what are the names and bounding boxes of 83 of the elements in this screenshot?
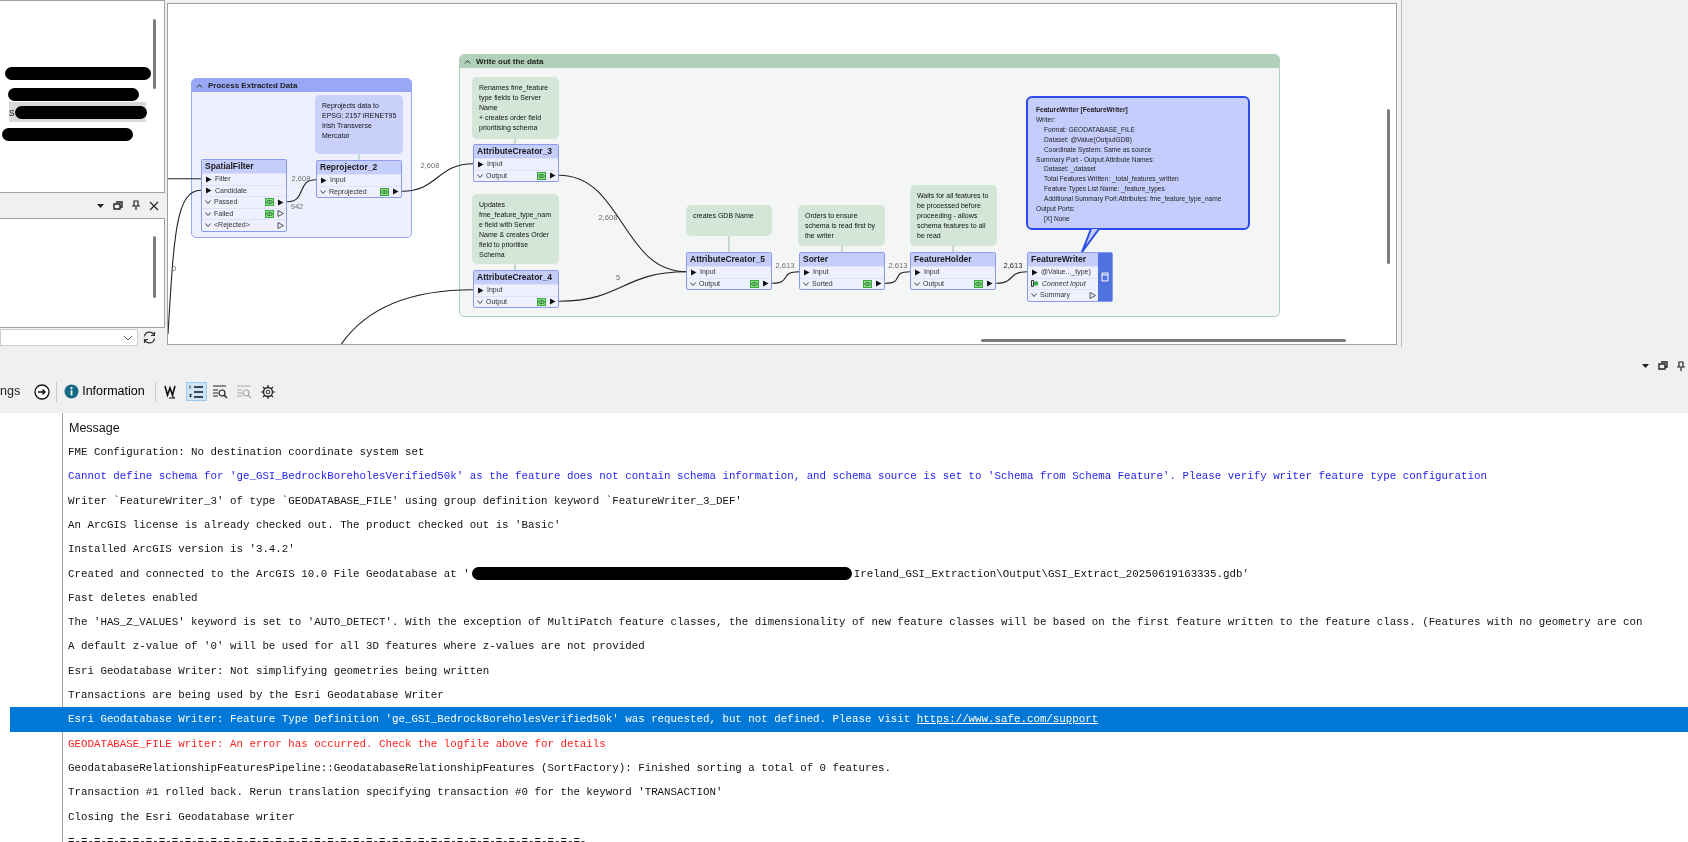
chevron-down-icon (914, 281, 920, 286)
collapse-caret-icon[interactable] (464, 59, 471, 64)
search-lines-icon (212, 383, 229, 400)
connector-line (884, 271, 911, 284)
pin-icon[interactable] (1676, 360, 1686, 372)
eye-icon[interactable] (750, 279, 759, 288)
eye-icon[interactable] (265, 209, 274, 218)
log-message: FME Configuration: No destination coordinate system set (67, 445, 426, 461)
log-message: Transaction #1 rolled back. Rerun translation specifying transaction #0 for the keyword 'TRANSACTION' (67, 785, 724, 801)
log-message: =-=-=-=-=-=-=-=-=-=-=-=-=-=-=-=-=-=-=-=-=-=-=-=-=-=-=-=-=-=-=-=-=-=-=-=-=-=-=-=- (67, 833, 588, 842)
chevron-down-icon (803, 281, 809, 286)
arrow-circle-icon[interactable] (34, 383, 51, 400)
close-icon[interactable] (149, 200, 159, 211)
info-icon (64, 384, 80, 399)
scrollbar-thumb[interactable] (1387, 109, 1390, 264)
pin-icon[interactable] (131, 200, 141, 211)
restore-window-icon[interactable] (113, 200, 123, 211)
collapse-caret-icon[interactable] (196, 83, 203, 88)
dropdown-caret-icon[interactable] (1641, 362, 1650, 370)
log-message: GEODATABASE_FILE writer: An error has occurred. Check the logfile above for details (67, 736, 607, 752)
bookmark-title: Process Extracted Data (208, 79, 298, 92)
list-item[interactable]: s (9, 102, 146, 122)
chevron-down-icon (690, 281, 696, 286)
information-filter-button[interactable]: Information (63, 382, 146, 401)
log-message: Transactions are being used by the Esri Geodatabase Writer (67, 688, 445, 703)
annotation-stem (514, 138, 516, 145)
dropdown-caret-icon[interactable] (96, 201, 105, 210)
log-message: Esri Geodatabase Writer: Not simplifying geometries being written (67, 663, 491, 679)
chevron-down-icon (205, 223, 211, 228)
eye-icon[interactable] (537, 171, 546, 180)
column-header[interactable]: Message (63, 413, 120, 440)
log-message: Cannot define schema for 'ge_GSI_BedrockBoreholesVerified50k' as the feature does not contain schema information, and schema source is set to 'Schema from Schema Feature'. Please verify writer feature type configuration (67, 469, 1488, 485)
connector-line (771, 271, 800, 284)
scrollbar-thumb[interactable] (981, 339, 1346, 342)
selected-log-row[interactable]: Esri Geodatabase Writer: Feature Type Definition 'ge_GSI_BedrockBoreholesVerified50k' was requested, but not defined. Please visit https://www.safe.com/support (10, 707, 1688, 732)
transformer-name: FeatureHolder (911, 253, 995, 266)
transformer-name: AttributeCreator_4 (474, 271, 558, 284)
settings-icon (260, 383, 277, 400)
connector-line (168, 178, 202, 180)
chevron-down-icon (477, 299, 483, 304)
chevron-down-icon[interactable] (123, 334, 133, 341)
eye-icon[interactable] (380, 187, 389, 196)
annotation-stem (358, 153, 360, 161)
bookmark-title: Write out the data (476, 55, 544, 68)
log-message: The 'HAS_Z_VALUES' keyword is set to 'AUTO_DETECT'. With the exception of MultiPatch feature classes, the dimensionality of new feature classes will be based on the first feature written to the feature class. (Features with no geometry are con (67, 615, 1644, 631)
log-message: Fast deletes enabled (67, 590, 199, 606)
chevron-down-icon (320, 189, 326, 194)
transformer-name: FeatureWriter (1028, 253, 1098, 266)
scrollbar-thumb[interactable] (153, 19, 156, 89)
connector-line (995, 271, 1028, 284)
annotation-stem (514, 263, 516, 271)
eye-icon[interactable] (265, 198, 274, 207)
eye-icon[interactable] (537, 297, 546, 306)
chevron-down-icon (1031, 293, 1037, 298)
transformer-name: SpatialFilter (202, 160, 286, 173)
log-message: Closing the Esri Geodatabase writer (67, 809, 296, 825)
annotation-stem (952, 245, 954, 253)
log-message: Created and connected to the ArcGIS 10.0 File Geodatabase at ' Ireland_GSI_Extraction\Output\GSI_Extract_20250619163335.gdb' (67, 566, 1250, 583)
log-message: An ArcGIS license is already checked out. The product checked out is 'Basic' (67, 517, 562, 533)
numbered-list-icon (188, 383, 205, 400)
transformer-name: Sorter (800, 253, 884, 266)
support-link[interactable]: https://www.safe.com/support (916, 711, 1099, 728)
restore-window-icon[interactable] (1658, 361, 1668, 371)
writer-icon (1101, 271, 1109, 282)
search-lines-icon (236, 383, 253, 400)
item-text: s (9, 104, 15, 120)
toolbar-toggle[interactable] (185, 382, 207, 401)
chevron-down-icon (477, 173, 483, 178)
scrollbar-thumb[interactable] (153, 236, 156, 298)
transformer-name: AttributeCreator_5 (687, 253, 771, 266)
log-message: GeodatabaseRelationshipFeaturesPipeline::GeodatabaseRelationshipFeatures (SortFactory): Finished sorting a total of 0 features. (67, 760, 892, 776)
log-message: Installed ArcGIS version is '3.4.2' (67, 542, 296, 558)
eye-icon[interactable] (974, 279, 983, 288)
tab-label[interactable]: ngs (0, 382, 21, 401)
transformer-name: Reprojector_2 (317, 161, 401, 174)
annotation-stem (728, 235, 730, 253)
refresh-icon[interactable] (142, 330, 157, 345)
log-message: Esri Geodatabase Writer: Feature Type Definition 'ge_GSI_BedrockBoreholesVerified50k' was requested, but not defined. Please visit https://www.safe.com/support (67, 710, 1100, 730)
eye-icon[interactable] (863, 279, 872, 288)
log-message: Writer `FeatureWriter_3' of type `GEODATABASE_FILE' using group definition keyword `FeatureWriter_3_DEF' (67, 493, 743, 509)
log-message: A default z-value of '0' will be used for all 3D features where z-values are not provided (67, 639, 646, 655)
annotation-stem (841, 245, 843, 253)
transformer-name: AttributeCreator_3 (474, 145, 558, 158)
